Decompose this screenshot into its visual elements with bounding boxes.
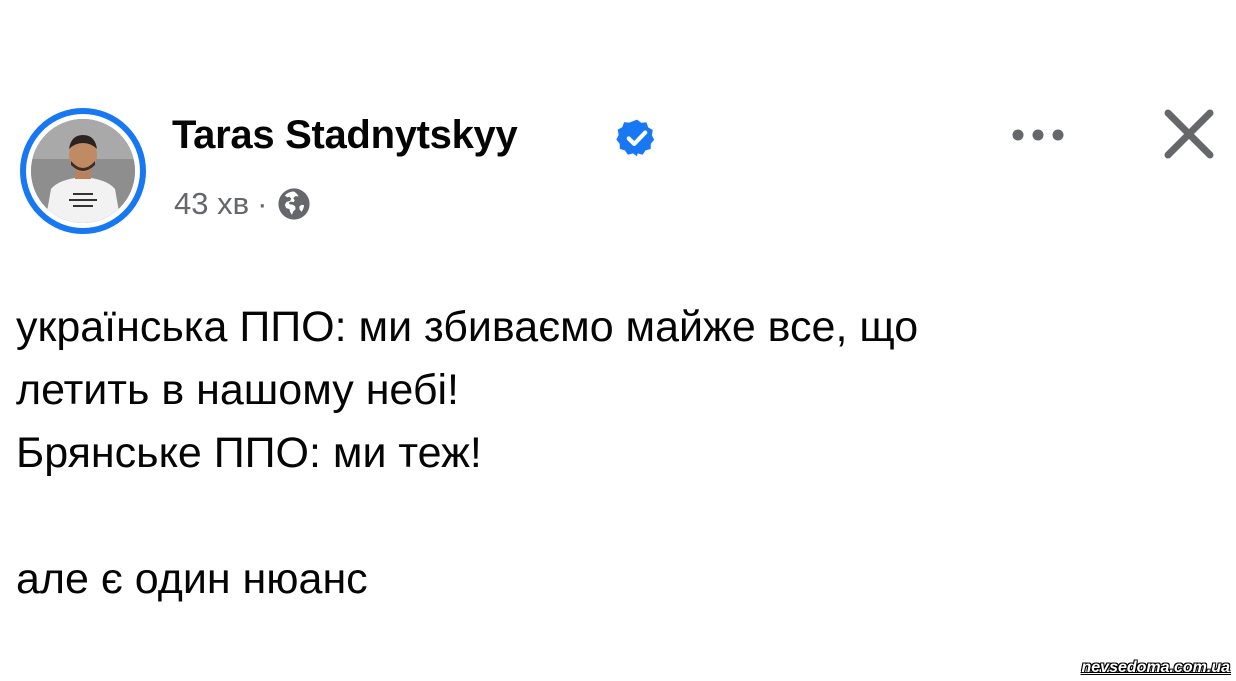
post-meta: 43 хв · xyxy=(174,186,311,222)
author-name[interactable]: Taras Stadnytskyy xyxy=(172,113,518,158)
meta-separator: · xyxy=(257,186,268,221)
avatar-photo xyxy=(31,119,135,223)
watermark: nevsedoma.com.ua xyxy=(1081,659,1231,676)
globe-icon[interactable] xyxy=(277,187,311,221)
avatar[interactable] xyxy=(20,108,146,234)
more-dots-icon xyxy=(1012,129,1064,141)
post-text-blank-line xyxy=(16,485,1196,548)
post-time[interactable]: 43 хв xyxy=(174,186,249,222)
post-text-line: але є один нюанс xyxy=(16,555,368,603)
post-dialog: Taras Stadnytskyy 43 хв · українська ППО… xyxy=(0,0,1236,681)
post-text-line: українська ППО: ми збиваємо майже все, щ… xyxy=(16,303,919,351)
close-icon xyxy=(1164,109,1214,159)
verified-badge-icon xyxy=(616,119,655,157)
close-button[interactable] xyxy=(1160,105,1218,163)
more-options-button[interactable] xyxy=(1010,120,1066,150)
post-text-line: Брянське ППО: ми теж! xyxy=(16,429,482,477)
post-text: українська ППО: ми збиваємо майже все, щ… xyxy=(16,296,1196,611)
post-text-line: летить в нашому небі! xyxy=(16,366,459,414)
